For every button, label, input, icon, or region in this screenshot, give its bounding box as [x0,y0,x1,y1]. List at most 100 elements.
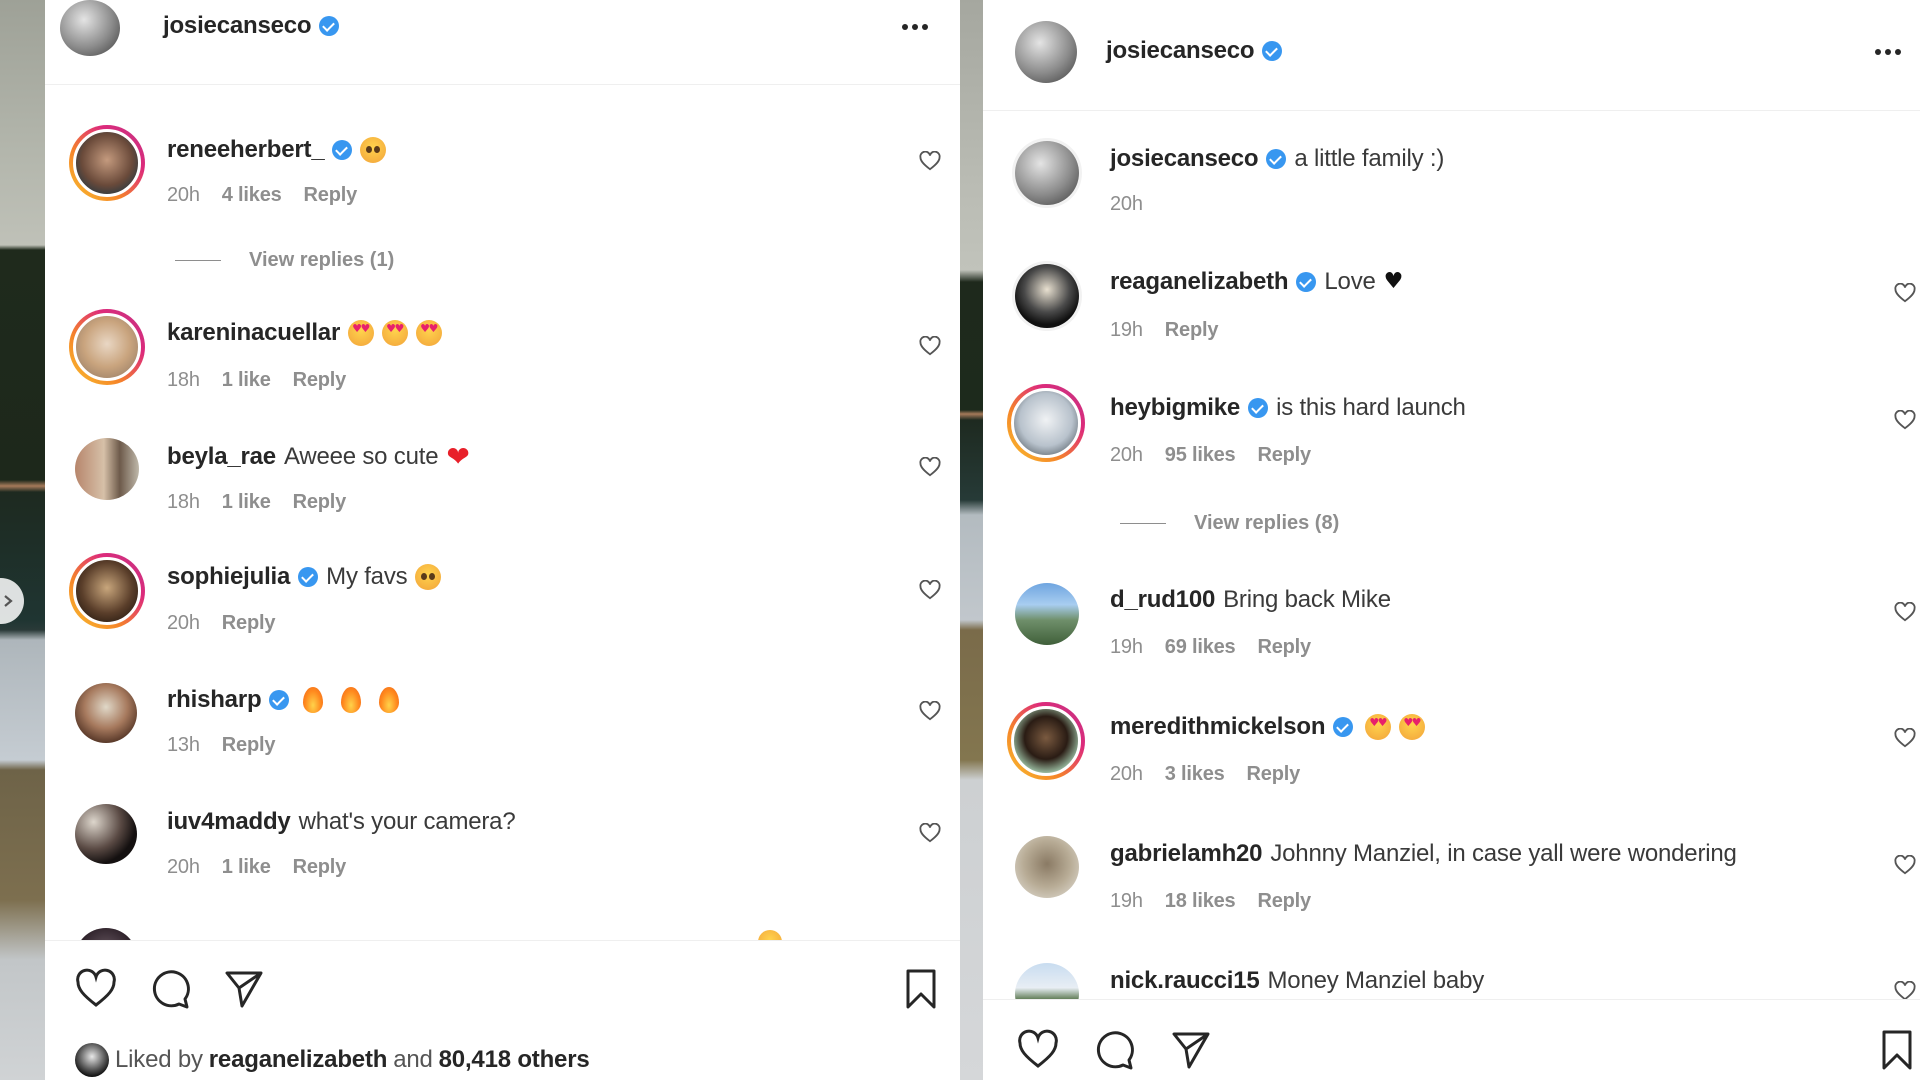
comment-like-icon[interactable] [1894,855,1916,875]
heart-eyes-emoji-icon [416,320,443,346]
share-icon[interactable] [223,968,265,1010]
caption-username[interactable]: josiecanseco [1110,145,1259,173]
view-replies-button[interactable]: View replies (8) [1120,512,1339,535]
bookmark-icon[interactable] [1876,1029,1918,1071]
comment-like-icon[interactable] [919,701,941,721]
avatar-image [1011,388,1081,458]
comment-like-icon[interactable] [919,457,941,477]
author-username-text[interactable]: josiecanseco [163,12,312,40]
avatar-image [73,313,141,381]
commenter-username[interactable]: iuv4maddy [167,808,291,836]
commenter-avatar[interactable] [1007,702,1085,780]
comment-body: Money Manziel baby [1267,967,1485,994]
commenter-username[interactable]: kareninacuellar [167,319,340,347]
like-icon[interactable] [75,968,117,1010]
comment-text: meredithmickelson [1110,713,1426,741]
commenter-username[interactable]: beyla_rae [167,443,276,471]
comment-likes[interactable]: 1 like [222,856,271,879]
reply-button[interactable]: Reply [1257,890,1311,913]
commenter-username[interactable]: gabrielamh20 [1110,840,1263,868]
comment-like-icon[interactable] [1894,981,1916,1001]
comment-like-icon[interactable] [919,823,941,843]
commenter-avatar[interactable] [1015,583,1079,645]
comment-meta: 19h 69 likes Reply [1110,636,1311,659]
comment-meta: 20h 1 like Reply [167,856,346,879]
commenter-avatar[interactable] [69,553,145,629]
commenter-username[interactable]: reaganelizabeth [1110,268,1289,296]
background-photo-left [0,0,45,1080]
reply-button[interactable]: Reply [222,612,276,635]
author-avatar[interactable] [60,0,120,56]
reply-button[interactable]: Reply [293,856,347,879]
author-username[interactable]: josiecanseco [163,12,340,40]
comment-icon[interactable] [1094,1029,1136,1071]
comment-time: 20h [1110,444,1143,466]
comment-body: what's your camera? [298,808,516,835]
comment-body: Johnny Manziel, in case yall were wonder… [1270,840,1737,867]
reply-button[interactable]: Reply [293,369,347,392]
liker-avatar[interactable] [75,1043,109,1077]
commenter-avatar[interactable] [75,683,137,743]
reply-button[interactable]: Reply [1165,319,1219,342]
author-avatar[interactable] [1015,21,1077,83]
comment-like-icon[interactable] [1894,602,1916,622]
like-icon[interactable] [1017,1029,1059,1071]
author-username-text[interactable]: josiecanseco [1106,37,1255,65]
author-avatar[interactable] [1015,141,1079,205]
comment-like-icon[interactable] [1894,410,1916,430]
commenter-username[interactable]: sophiejulia [167,563,290,591]
commenter-avatar[interactable] [1015,836,1079,898]
dot [1875,49,1881,55]
commenter-username[interactable]: heybigmike [1110,394,1240,422]
bookmark-icon[interactable] [900,968,942,1010]
comment-like-icon[interactable] [1894,728,1916,748]
view-replies-button[interactable]: View replies (1) [175,249,394,272]
commenter-avatar[interactable] [1015,264,1079,328]
previous-post-button[interactable] [0,578,24,624]
comment-likes[interactable]: 95 likes [1165,444,1236,467]
comment-like-icon[interactable] [919,336,941,356]
comment-likes[interactable]: 4 likes [222,184,282,207]
reply-button[interactable]: Reply [293,491,347,514]
commenter-avatar[interactable] [1007,384,1085,462]
reply-button[interactable]: Reply [1257,636,1311,659]
commenter-avatar[interactable] [75,438,139,500]
commenter-avatar[interactable] [69,309,145,385]
reply-button[interactable]: Reply [304,184,358,207]
commenter-username[interactable]: reneeherbert_ [167,136,325,164]
commenter-username[interactable]: meredithmickelson [1110,713,1326,741]
more-options-button[interactable] [902,24,928,30]
comment-likes[interactable]: 69 likes [1165,636,1236,659]
comment-body: Love [1324,268,1376,295]
commenter-avatar[interactable] [69,125,145,201]
comment-icon[interactable] [150,968,192,1010]
reply-button[interactable]: Reply [1257,444,1311,467]
commenter-username[interactable]: d_rud100 [1110,586,1215,614]
liked-by-others[interactable]: 80,418 others [439,1046,590,1074]
verified-badge-icon [1296,272,1317,292]
comment-likes[interactable]: 3 likes [1165,763,1225,786]
share-icon[interactable] [1170,1029,1212,1071]
comment-likes[interactable]: 18 likes [1165,890,1236,913]
comment-time: 19h [1110,636,1143,658]
commenter-username[interactable]: rhisharp [167,686,262,714]
reply-button[interactable]: Reply [222,734,276,757]
footer-divider [983,999,1920,1000]
comment-likes[interactable]: 1 like [222,369,271,392]
dot [1895,49,1901,55]
comment-likes[interactable]: 1 like [222,491,271,514]
reply-button[interactable]: Reply [1247,763,1301,786]
more-options-button[interactable] [1875,49,1901,55]
liked-by-username[interactable]: reaganelizabeth [209,1046,388,1074]
liked-by-joiner: and [393,1046,433,1073]
comment-like-icon[interactable] [919,580,941,600]
comment-like-icon[interactable] [1894,283,1916,303]
pleading-face-emoji-icon [360,137,387,163]
comment-like-icon[interactable] [919,151,941,171]
comment-text: beyla_rae Aweee so cute ❤ [167,443,470,471]
commenter-avatar[interactable] [75,804,137,864]
comment-time: 20h [167,184,200,206]
commenter-username[interactable]: nick.raucci15 [1110,967,1260,995]
comment-meta: 20h 4 likes Reply [167,184,357,207]
author-username[interactable]: josiecanseco [1106,37,1283,65]
